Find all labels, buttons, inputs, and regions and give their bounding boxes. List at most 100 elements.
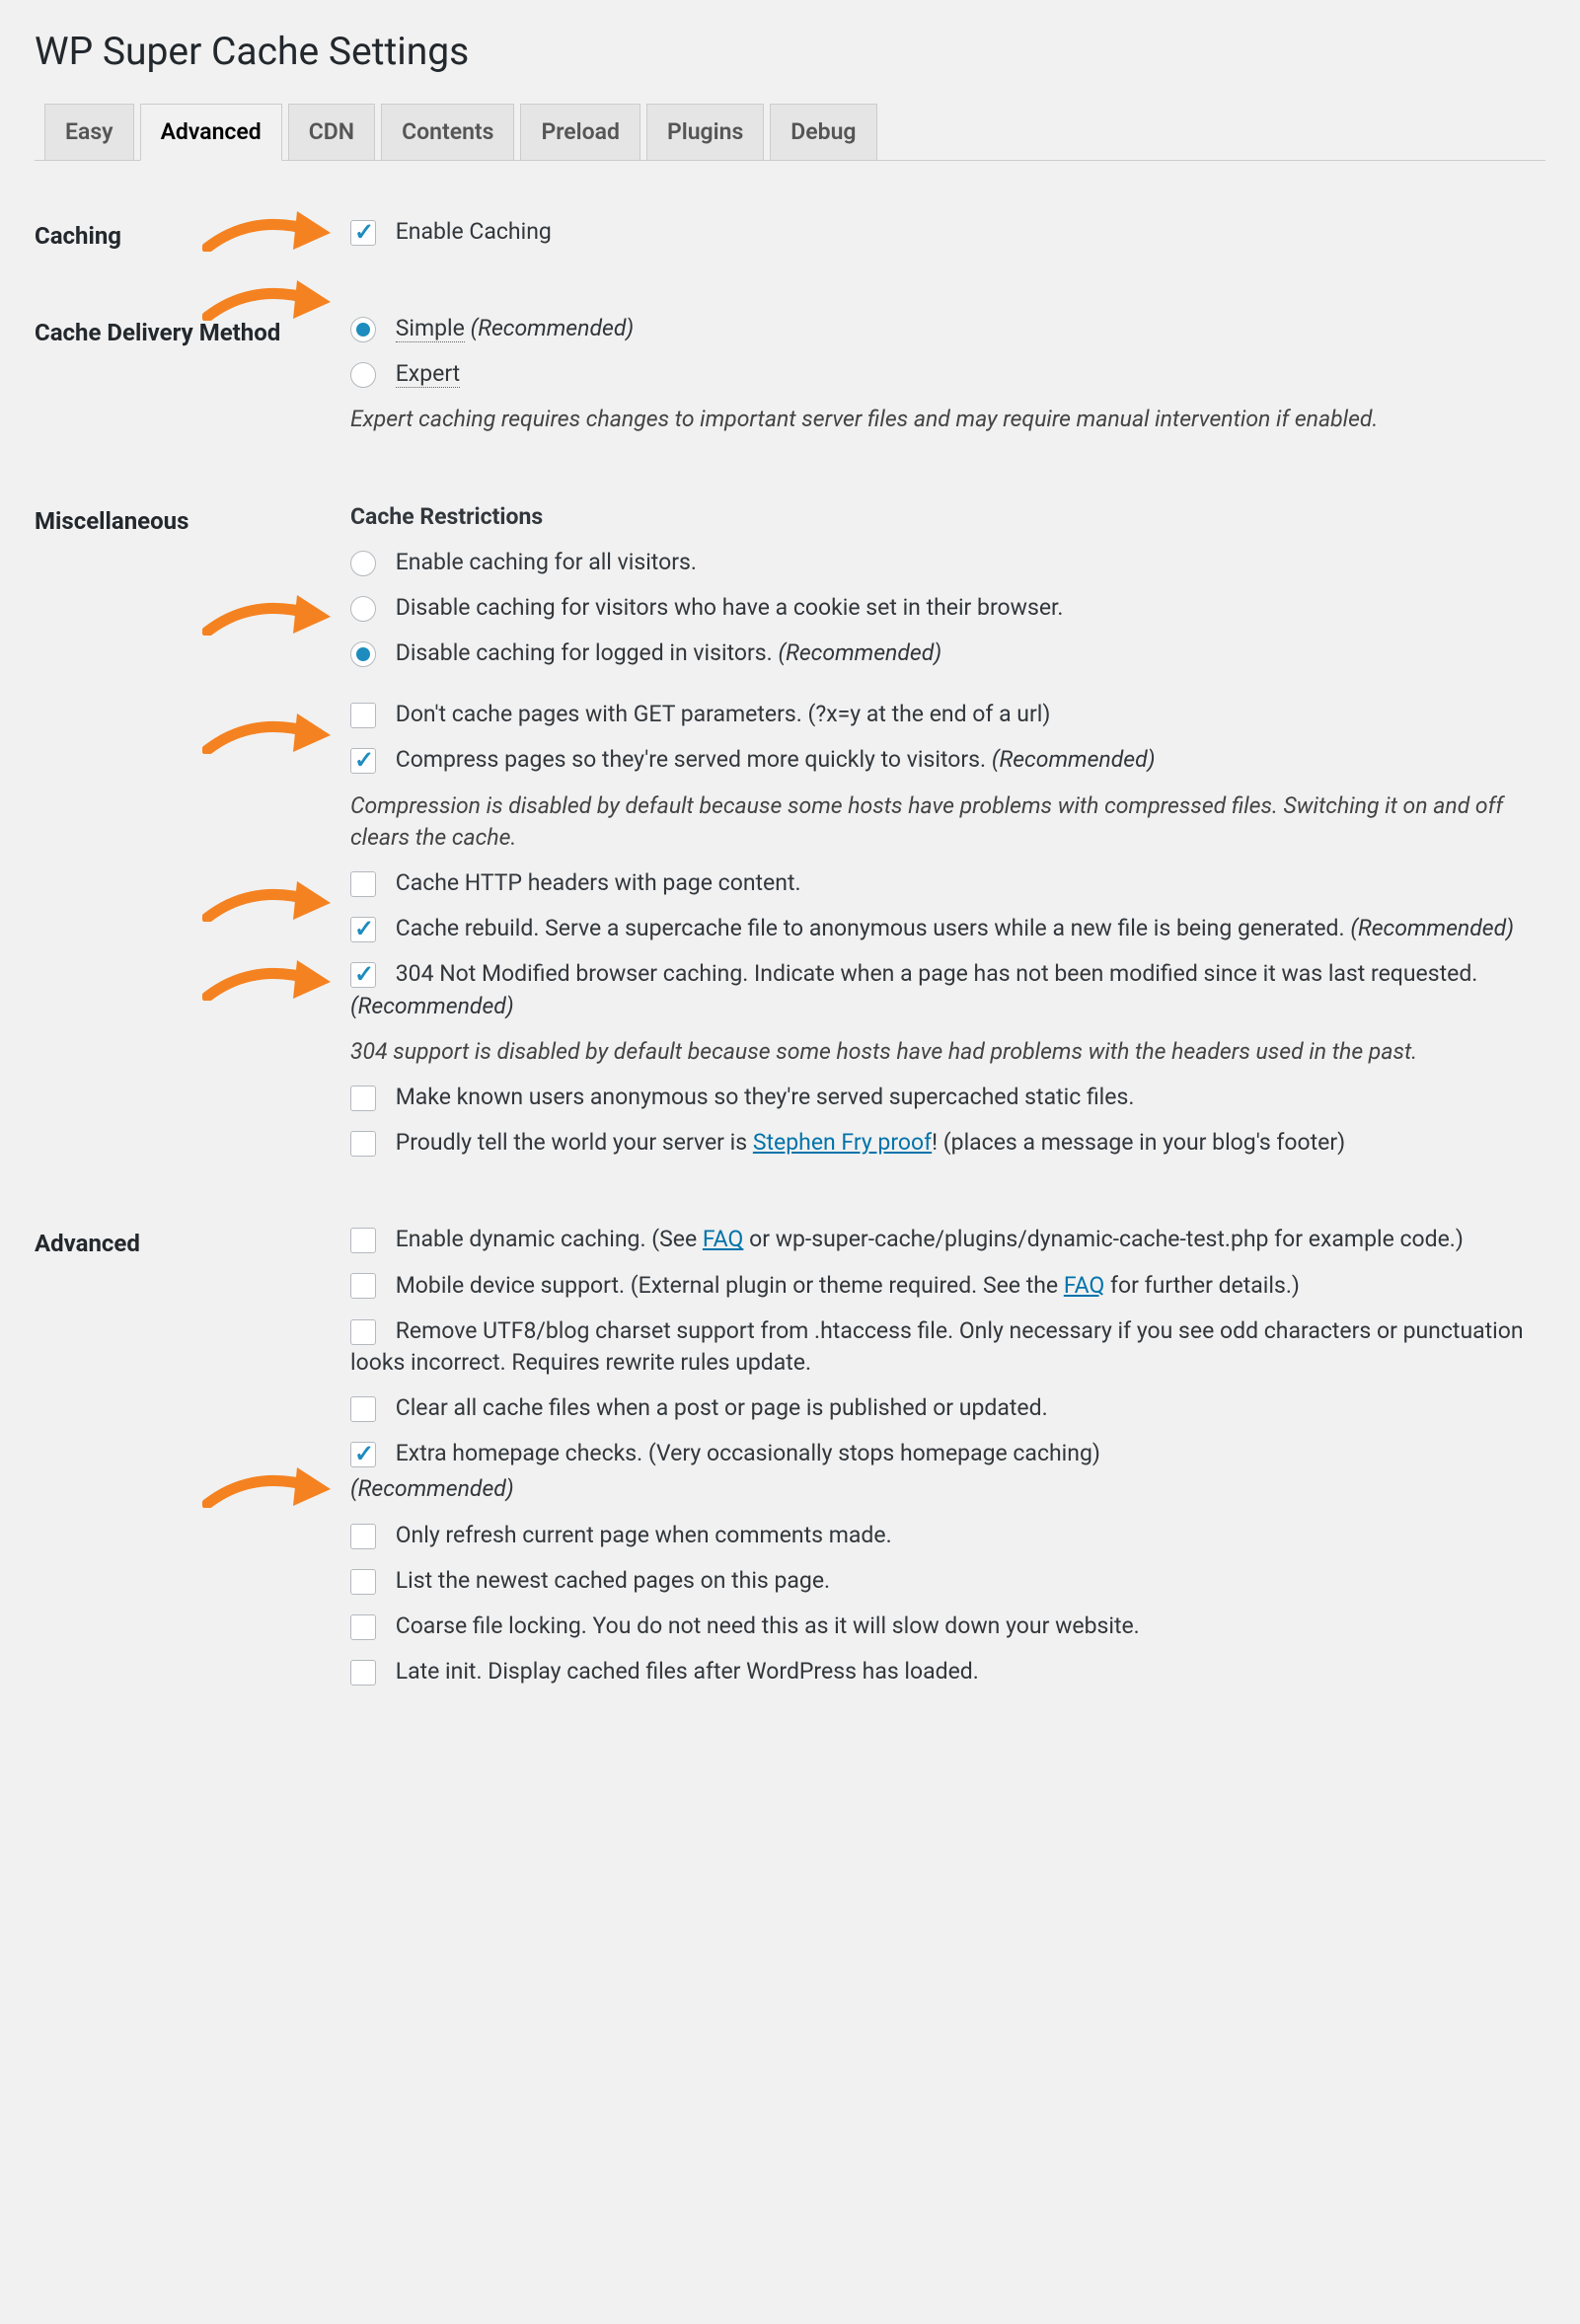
proud-checkbox[interactable] xyxy=(350,1131,376,1157)
delivery-expert-radio[interactable] xyxy=(350,362,376,388)
row-http-headers[interactable]: Cache HTTP headers with page content. xyxy=(350,867,1536,899)
list-pages-label: List the newest cached pages on this pag… xyxy=(396,1567,830,1594)
delivery-expert-note: Expert caching requires changes to impor… xyxy=(350,404,1536,435)
compress-checkbox[interactable] xyxy=(350,748,376,774)
no-get-checkbox[interactable] xyxy=(350,703,376,728)
http-headers-label: Cache HTTP headers with page content. xyxy=(396,869,801,896)
row-delivery-expert[interactable]: Expert xyxy=(350,358,1536,390)
row-restrict-cookie[interactable]: Disable caching for visitors who have a … xyxy=(350,592,1536,624)
row-list-pages[interactable]: List the newest cached pages on this pag… xyxy=(350,1565,1536,1597)
utf8-checkbox[interactable] xyxy=(350,1319,376,1345)
proud-post-label: ! (places a message in your blog's foote… xyxy=(932,1129,1345,1156)
mobile-pre-label: Mobile device support. (External plugin … xyxy=(396,1272,1064,1299)
arrow-icon xyxy=(202,1464,331,1508)
304-checkbox[interactable] xyxy=(350,962,376,988)
clear-on-publish-label: Clear all cache files when a post or pag… xyxy=(396,1394,1048,1421)
anon-checkbox[interactable] xyxy=(350,1086,376,1111)
recommended-text: (Recommended) xyxy=(992,746,1156,773)
row-refresh-comments[interactable]: Only refresh current page when comments … xyxy=(350,1520,1536,1551)
refresh-comments-label: Only refresh current page when comments … xyxy=(396,1522,892,1548)
late-init-checkbox[interactable] xyxy=(350,1660,376,1686)
row-mobile[interactable]: Mobile device support. (External plugin … xyxy=(350,1270,1536,1302)
row-proud[interactable]: Proudly tell the world your server is St… xyxy=(350,1127,1536,1159)
delivery-simple-label: Simple xyxy=(396,315,465,342)
faq-link[interactable]: FAQ xyxy=(1064,1272,1105,1299)
row-rebuild[interactable]: Cache rebuild. Serve a supercache file t… xyxy=(350,913,1536,944)
arrow-icon xyxy=(202,277,331,321)
row-no-get[interactable]: Don't cache pages with GET parameters. (… xyxy=(350,699,1536,730)
dynamic-checkbox[interactable] xyxy=(350,1228,376,1253)
tab-easy[interactable]: Easy xyxy=(44,104,134,160)
row-enable-caching[interactable]: Enable Caching xyxy=(350,216,1536,248)
row-restrict-logged[interactable]: Disable caching for logged in visitors. … xyxy=(350,637,1536,669)
restrict-all-radio[interactable] xyxy=(350,551,376,576)
recommended-text: (Recommended) xyxy=(778,639,941,666)
enable-caching-label: Enable Caching xyxy=(396,218,552,245)
mobile-checkbox[interactable] xyxy=(350,1273,376,1299)
304-label: 304 Not Modified browser caching. Indica… xyxy=(396,960,1478,987)
dynamic-post-label: or wp-super-cache/plugins/dynamic-cache-… xyxy=(743,1226,1464,1252)
proud-pre-label: Proudly tell the world your server is xyxy=(396,1129,753,1156)
restrict-logged-label: Disable caching for logged in visitors. xyxy=(396,639,773,666)
row-coarse-lock[interactable]: Coarse file locking. You do not need thi… xyxy=(350,1611,1536,1642)
delivery-expert-label: Expert xyxy=(396,360,460,388)
row-clear-on-publish[interactable]: Clear all cache files when a post or pag… xyxy=(350,1392,1536,1424)
restrict-all-label: Enable caching for all visitors. xyxy=(396,549,697,575)
tab-bar: EasyAdvancedCDNContentsPreloadPluginsDeb… xyxy=(35,104,1545,161)
dynamic-pre-label: Enable dynamic caching. (See xyxy=(396,1226,703,1252)
extra-home-checkbox[interactable] xyxy=(350,1442,376,1467)
stephen-fry-link[interactable]: Stephen Fry proof xyxy=(753,1129,932,1156)
row-extra-home[interactable]: Extra homepage checks. (Very occasionall… xyxy=(350,1438,1536,1469)
rebuild-label: Cache rebuild. Serve a supercache file t… xyxy=(396,915,1345,941)
coarse-lock-checkbox[interactable] xyxy=(350,1614,376,1640)
tab-advanced[interactable]: Advanced xyxy=(140,104,282,161)
mobile-post-label: for further details.) xyxy=(1104,1272,1300,1299)
row-anon[interactable]: Make known users anonymous so they're se… xyxy=(350,1082,1536,1113)
no-get-label: Don't cache pages with GET parameters. (… xyxy=(396,701,1051,727)
utf8-label: Remove UTF8/blog charset support from .h… xyxy=(350,1317,1524,1376)
row-304[interactable]: 304 Not Modified browser caching. Indica… xyxy=(350,958,1536,1021)
recommended-text: (Recommended) xyxy=(350,1473,1536,1505)
section-misc-heading: Miscellaneous xyxy=(35,476,350,1199)
late-init-label: Late init. Display cached files after Wo… xyxy=(396,1658,979,1685)
coarse-lock-label: Coarse file locking. You do not need thi… xyxy=(396,1612,1140,1639)
section-advanced-heading: Advanced xyxy=(35,1198,350,1727)
recommended-text: (Recommended) xyxy=(1350,915,1514,941)
row-restrict-all[interactable]: Enable caching for all visitors. xyxy=(350,547,1536,578)
list-pages-checkbox[interactable] xyxy=(350,1569,376,1595)
row-delivery-simple[interactable]: Simple (Recommended) xyxy=(350,313,1536,344)
cache-restrictions-heading: Cache Restrictions xyxy=(350,501,1536,533)
tab-cdn[interactable]: CDN xyxy=(288,104,375,160)
restrict-logged-radio[interactable] xyxy=(350,641,376,667)
extra-home-label: Extra homepage checks. (Very occasionall… xyxy=(396,1440,1100,1466)
arrow-icon xyxy=(202,957,331,1001)
arrow-icon xyxy=(202,208,331,252)
compress-label: Compress pages so they're served more qu… xyxy=(396,746,986,773)
arrow-icon xyxy=(202,878,331,922)
refresh-comments-checkbox[interactable] xyxy=(350,1524,376,1549)
clear-on-publish-checkbox[interactable] xyxy=(350,1396,376,1422)
enable-caching-checkbox[interactable] xyxy=(350,220,376,246)
delivery-simple-radio[interactable] xyxy=(350,317,376,342)
restrict-cookie-radio[interactable] xyxy=(350,596,376,622)
recommended-text: (Recommended) xyxy=(471,315,635,341)
tab-contents[interactable]: Contents xyxy=(381,104,514,160)
page-title: WP Super Cache Settings xyxy=(35,25,1545,79)
row-late-init[interactable]: Late init. Display cached files after Wo… xyxy=(350,1656,1536,1687)
arrow-icon xyxy=(202,711,331,754)
tab-debug[interactable]: Debug xyxy=(770,104,876,160)
304-note: 304 support is disabled by default becau… xyxy=(350,1036,1536,1068)
compress-note: Compression is disabled by default becau… xyxy=(350,790,1536,854)
recommended-text: (Recommended) xyxy=(350,993,514,1019)
rebuild-checkbox[interactable] xyxy=(350,917,376,942)
row-compress[interactable]: Compress pages so they're served more qu… xyxy=(350,744,1536,776)
anon-label: Make known users anonymous so they're se… xyxy=(396,1084,1135,1110)
restrict-cookie-label: Disable caching for visitors who have a … xyxy=(396,594,1064,621)
arrow-icon xyxy=(202,592,331,636)
http-headers-checkbox[interactable] xyxy=(350,871,376,897)
row-utf8[interactable]: Remove UTF8/blog charset support from .h… xyxy=(350,1315,1536,1379)
faq-link[interactable]: FAQ xyxy=(703,1226,744,1252)
row-dynamic[interactable]: Enable dynamic caching. (See FAQ or wp-s… xyxy=(350,1224,1536,1255)
tab-preload[interactable]: Preload xyxy=(520,104,640,160)
tab-plugins[interactable]: Plugins xyxy=(646,104,764,160)
